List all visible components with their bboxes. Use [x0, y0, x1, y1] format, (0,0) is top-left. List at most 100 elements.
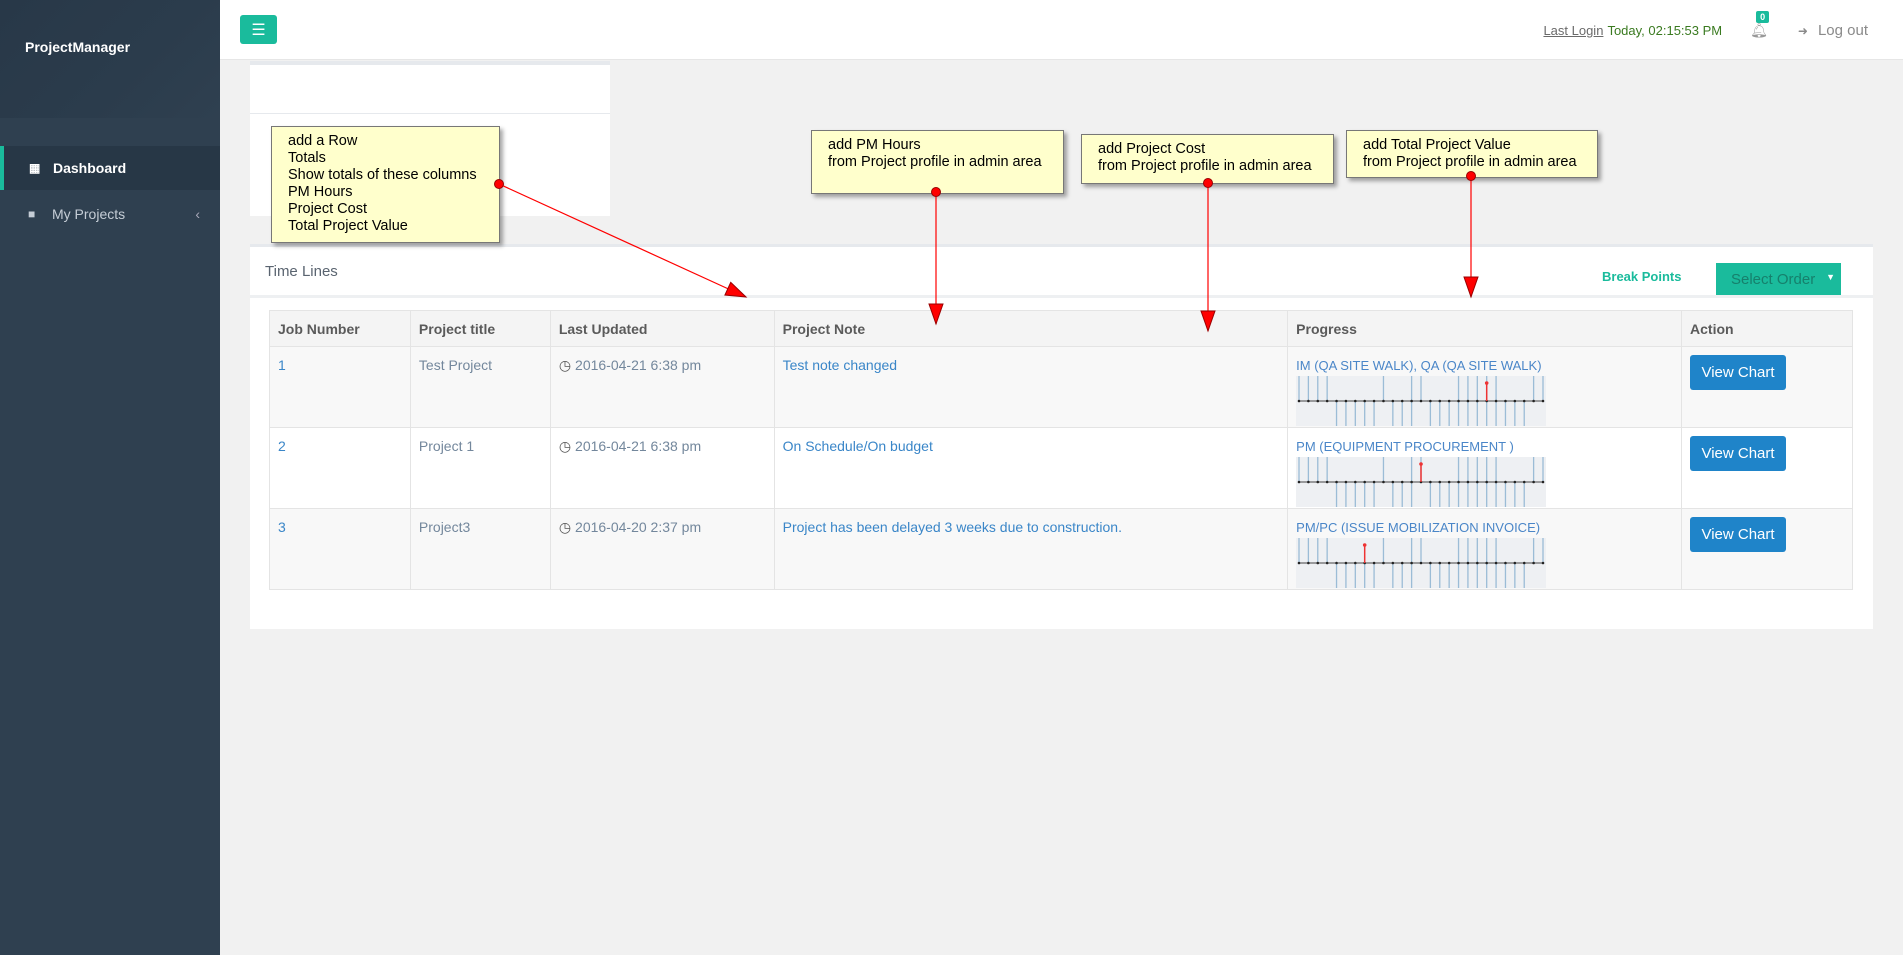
timeline-point [1429, 399, 1432, 403]
table-row: 1 Test Project ◷ 2016-04-21 6:38 pm Test … [269, 346, 1853, 428]
column-header[interactable]: Project title [409, 310, 551, 347]
timeline-point [1523, 399, 1526, 403]
menu-toggle-button[interactable]: ☰ [240, 15, 277, 44]
timeline-point [1448, 399, 1451, 403]
timeline-point [1457, 399, 1461, 403]
last-updated: 2016-04-21 6:38 pm [575, 438, 702, 454]
last-updated: 2016-04-20 2:37 pm [575, 519, 702, 535]
progress-link[interactable]: IM (QA SITE WALK), QA (QA SITE WALK) [1296, 358, 1541, 373]
timeline-point [1494, 480, 1498, 484]
caret-down-icon: ▼ [1826, 272, 1835, 282]
last-login-link[interactable]: Last Login [1543, 23, 1603, 38]
timeline-point [1344, 480, 1348, 484]
sidebar-item-label: My Projects [52, 206, 126, 222]
timeline-point [1382, 561, 1385, 565]
view-chart-button[interactable]: View Chart [1690, 355, 1787, 390]
view-chart-button[interactable]: View Chart [1690, 517, 1787, 552]
timeline-point [1466, 399, 1470, 403]
timeline-point [1344, 399, 1348, 403]
timeline-point [1513, 480, 1517, 484]
timeline-point [1532, 561, 1536, 565]
top-header: ☰ Last Login Today, 02:15:53 PM 🔔︎ 0 ➜ Lo… [220, 0, 1903, 60]
timeline-point [1504, 561, 1507, 565]
sidebar-item-my-projects[interactable]: ■ My Projects ‹ [0, 192, 220, 236]
column-header[interactable]: Action [1681, 310, 1853, 347]
job-number-cell: 2 [269, 427, 411, 509]
timeline-point [1326, 399, 1329, 403]
column-header[interactable]: Last Updated [549, 310, 775, 347]
project-title-cell: Project3 [409, 508, 551, 590]
project-note-link[interactable]: Project has been delayed 3 weeks due to … [783, 519, 1122, 535]
project-note-cell: Test note changed [773, 346, 1289, 428]
timeline-point [1448, 561, 1451, 565]
current-marker-head [1485, 381, 1489, 385]
sidebar-item-dashboard[interactable]: ▦ Dashboard [0, 146, 220, 190]
progress-timeline [1296, 376, 1547, 426]
timeline-point [1326, 480, 1329, 484]
job-number-link[interactable]: 3 [278, 519, 286, 535]
timeline-point [1363, 480, 1367, 484]
timelines-table: Job Number Project title Last Updated Pr… [269, 310, 1853, 590]
table-row: 3 Project3 ◷ 2016-04-20 2:37 pm Project h… [269, 508, 1853, 590]
progress-link[interactable]: PM (EQUIPMENT PROCUREMENT ) [1296, 439, 1514, 454]
table-row: 2 Project 1 ◷ 2016-04-21 6:38 pm On Sched… [269, 427, 1853, 509]
timeline-point [1429, 480, 1432, 484]
timeline-point [1363, 399, 1367, 403]
timeline-point [1410, 561, 1414, 565]
project-title-cell: Test Project [409, 346, 551, 428]
panel-title: Time Lines [265, 263, 338, 280]
sign-out-icon: ➜ [1797, 24, 1808, 38]
timeline-point [1401, 399, 1404, 403]
job-number-cell: 1 [269, 346, 411, 428]
view-chart-button[interactable]: View Chart [1690, 436, 1787, 471]
timeline-point [1429, 561, 1432, 565]
select-order-label: Select Order [1731, 271, 1816, 288]
action-cell: View Chart [1681, 508, 1853, 590]
timeline-point [1372, 561, 1376, 565]
timeline-point [1438, 399, 1442, 403]
timeline-point [1504, 399, 1507, 403]
project-note-link[interactable]: On Schedule/On budget [783, 438, 933, 454]
progress-link[interactable]: PM/PC (ISSUE MOBILIZATION INVOICE) [1296, 520, 1540, 535]
timeline-point [1466, 480, 1470, 484]
timeline-point [1307, 561, 1310, 565]
timeline-point [1382, 399, 1385, 403]
timeline-point [1344, 561, 1348, 565]
action-cell: View Chart [1681, 427, 1853, 509]
timeline-point [1513, 561, 1517, 565]
break-points-link[interactable]: Break Points [1602, 269, 1681, 284]
job-number-cell: 3 [269, 508, 411, 590]
timeline-point [1523, 561, 1526, 565]
last-login-time: Today, 02:15:53 PM [1607, 23, 1723, 38]
page-scrollbar[interactable] [1883, 60, 1903, 955]
sidebar-item-label: Dashboard [53, 160, 127, 176]
progress-timeline [1296, 538, 1547, 588]
job-number-link[interactable]: 2 [278, 438, 286, 454]
logout-button[interactable]: ➜ Log out [1798, 22, 1868, 39]
project-title-cell: Project 1 [409, 427, 551, 509]
last-updated: 2016-04-21 6:38 pm [575, 357, 702, 373]
current-marker-head [1363, 543, 1367, 547]
timeline-point [1419, 561, 1423, 565]
column-header[interactable]: Project Note [773, 310, 1289, 347]
last-updated-cell: ◷ 2016-04-21 6:38 pm [549, 346, 775, 428]
job-number-link[interactable]: 1 [278, 357, 286, 373]
timeline-point [1438, 561, 1442, 565]
project-note-link[interactable]: Test note changed [783, 357, 897, 373]
column-header[interactable]: Job Number [269, 310, 411, 347]
column-header[interactable]: Progress [1287, 310, 1683, 347]
timeline-point [1335, 561, 1339, 565]
notifications-button[interactable]: 🔔︎ 0 [1750, 11, 1770, 39]
folder-icon: ■ [28, 207, 36, 221]
chevron-left-icon: ‹ [195, 206, 200, 222]
progress-timeline [1296, 457, 1547, 507]
action-cell: View Chart [1681, 346, 1853, 428]
brand-logo[interactable]: ProjectManager [25, 39, 130, 55]
dashboard-icon: ▦ [29, 161, 41, 175]
timeline-point [1372, 399, 1376, 403]
last-updated-cell: ◷ 2016-04-21 6:38 pm [549, 427, 775, 509]
timeline-point [1532, 399, 1536, 403]
timeline-point [1476, 561, 1479, 565]
select-order-dropdown[interactable]: Select Order ▼ [1716, 263, 1841, 296]
timeline-point [1316, 399, 1320, 403]
